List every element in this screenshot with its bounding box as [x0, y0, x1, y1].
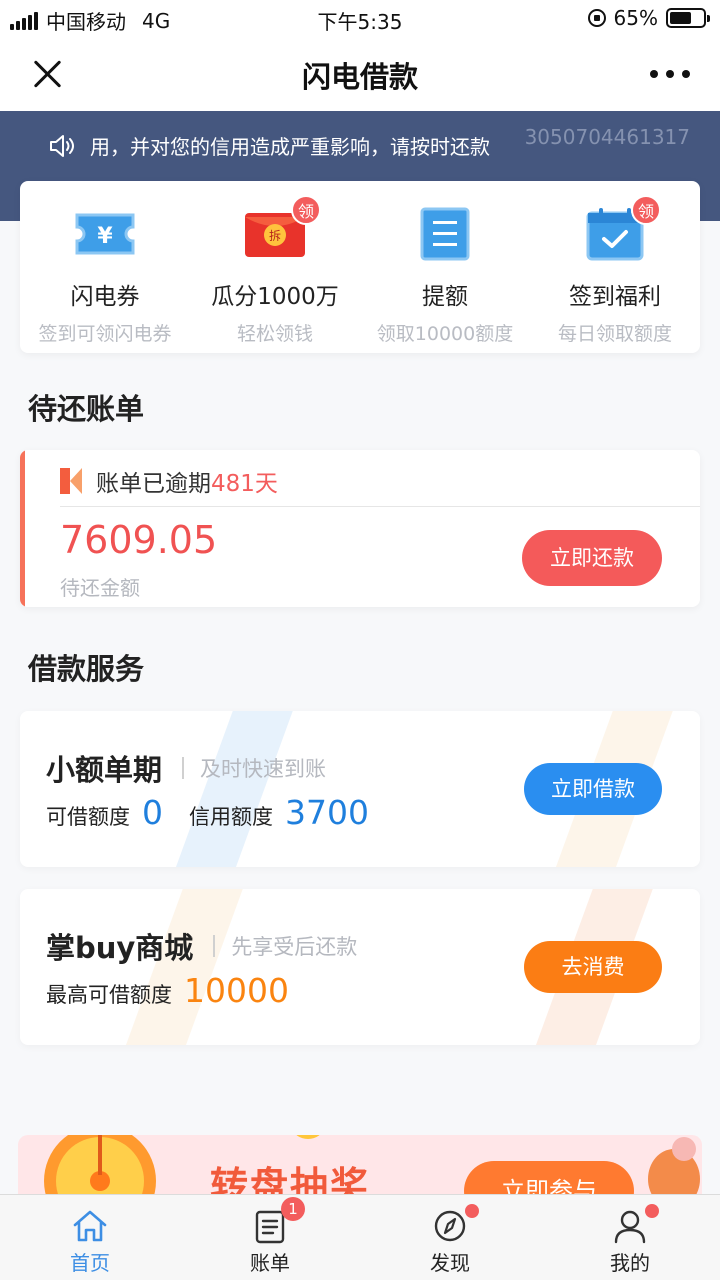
red-envelope-icon: 拆 领: [243, 195, 321, 261]
divider: [213, 935, 216, 957]
more-icon[interactable]: [650, 70, 690, 78]
tab-home[interactable]: 首页: [0, 1195, 180, 1280]
tab-label: 我的: [610, 1251, 650, 1275]
svg-text:¥: ¥: [97, 224, 113, 249]
compass-icon: [431, 1204, 479, 1245]
service-title: 小额单期: [46, 753, 163, 787]
svg-text:拆: 拆: [269, 228, 281, 243]
notification-dot: [645, 1204, 659, 1218]
quick-entry-subtitle: 领取10000额度: [376, 323, 514, 345]
quick-entry-subtitle: 轻松领钱: [236, 323, 313, 345]
user-icon: [611, 1204, 659, 1245]
notice-id: 3050704461317: [524, 125, 690, 149]
ticket-yen-icon: ¥: [73, 207, 137, 261]
tab-mine[interactable]: 我的: [540, 1195, 720, 1280]
bill-card[interactable]: 账单已逾期481天 7609.05 待还金额 立即还款: [20, 450, 700, 607]
notice-bar[interactable]: 用，并对您的信用造成严重影响，请按时还款: [48, 131, 490, 160]
quick-entry-title: 闪电券: [70, 284, 140, 310]
battery-percent: 65%: [613, 6, 658, 30]
bill-status-text: 账单已逾期: [96, 471, 211, 497]
quick-entry-card: ¥ 闪电券 签到可领闪电券 拆 领 瓜分1000万 轻松领钱 提额 领取1000…: [20, 181, 700, 353]
service-card-small-loan[interactable]: 小额单期 及时快速到账 可借额度 0 信用额度 3700 立即借款: [20, 711, 700, 867]
quick-entry-coupon[interactable]: ¥ 闪电券 签到可领闪电券: [20, 181, 190, 353]
quick-entry-title: 签到福利: [569, 284, 661, 310]
notification-dot: [465, 1204, 479, 1218]
quick-entry-subtitle: 每日领取额度: [557, 323, 672, 345]
tab-label: 首页: [70, 1251, 110, 1275]
max-quota-value: 10000: [184, 971, 289, 1010]
quick-entry-red-envelope[interactable]: 拆 领 瓜分1000万 轻松领钱: [190, 181, 360, 353]
notice-text: 用，并对您的信用造成严重影响，请按时还款: [90, 135, 490, 159]
available-quota-value: 0: [142, 793, 163, 832]
quick-entry-raise-limit[interactable]: 提额 领取10000额度: [360, 181, 530, 353]
tab-bill[interactable]: 1 账单: [180, 1195, 360, 1280]
unread-badge: 1: [281, 1197, 305, 1221]
brand-logo-icon: [60, 468, 82, 494]
tab-discover[interactable]: 发现: [360, 1195, 540, 1280]
service-card-mall[interactable]: 掌buy商城 先享受后还款 最高可借额度 10000 去消费: [20, 889, 700, 1045]
tab-label: 账单: [250, 1251, 290, 1275]
divider: [60, 506, 700, 507]
divider: [182, 757, 185, 779]
app-screen: 中国移动 4G 下午5:35 65% 闪电借款 用，并对您的信用造成严重影响，请…: [0, 0, 720, 1280]
battery-icon: [666, 8, 710, 28]
credit-quota-label: 信用额度: [189, 805, 273, 829]
bill-amount: 7609.05: [60, 518, 218, 562]
quick-entry-subtitle: 签到可领闪电券: [38, 323, 172, 345]
bill-icon: 1: [251, 1197, 305, 1245]
service-slogan: 先享受后还款: [231, 935, 358, 959]
tab-label: 发现: [430, 1251, 470, 1275]
speaker-icon: [50, 134, 74, 157]
max-quota-label: 最高可借额度: [46, 983, 172, 1007]
bill-amount-label: 待还金额: [60, 576, 140, 600]
overdue-days: 481天: [211, 471, 278, 497]
section-title-bills: 待还账单: [28, 392, 145, 426]
home-icon: [71, 1207, 109, 1245]
quick-entry-checkin[interactable]: 领 签到福利 每日领取额度: [530, 181, 700, 353]
service-title: 掌buy商城: [46, 931, 194, 965]
page-title: 闪电借款: [301, 60, 418, 94]
go-shopping-button[interactable]: 去消费: [524, 941, 662, 993]
rotation-lock-icon: [587, 9, 606, 27]
calendar-check-icon: 领: [583, 195, 661, 261]
repay-button[interactable]: 立即还款: [522, 530, 662, 586]
bill-status: 账单已逾期481天: [60, 464, 278, 498]
borrow-now-button[interactable]: 立即借款: [524, 763, 662, 815]
claim-badge: 领: [631, 195, 661, 225]
document-icon: [413, 207, 477, 261]
service-slogan: 及时快速到账: [200, 757, 327, 781]
section-title-services: 借款服务: [28, 652, 145, 686]
claim-badge: 领: [291, 195, 321, 225]
tab-bar: 首页 1 账单 发现 我的: [0, 1194, 720, 1280]
quick-entry-title: 提额: [422, 284, 468, 310]
nav-bar: 闪电借款: [0, 36, 720, 111]
quick-entry-title: 瓜分1000万: [211, 284, 339, 310]
credit-quota-value: 3700: [285, 793, 369, 832]
coin-icon: [296, 1135, 320, 1139]
status-bar: 中国移动 4G 下午5:35 65%: [0, 0, 720, 36]
available-quota-label: 可借额度: [46, 805, 130, 829]
